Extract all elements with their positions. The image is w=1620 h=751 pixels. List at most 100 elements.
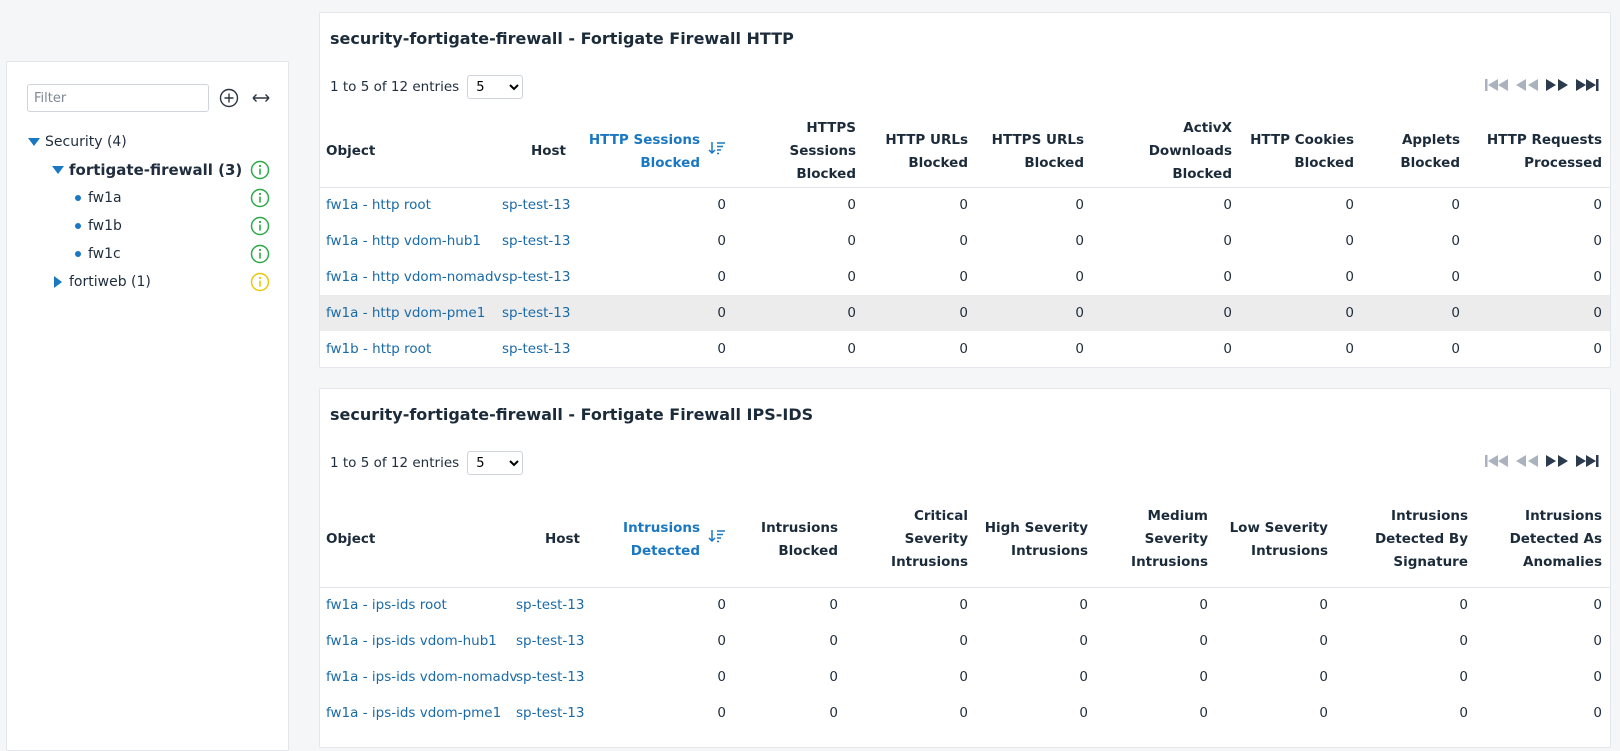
- column-header[interactable]: Intrusions Detected By Signature: [1338, 493, 1478, 588]
- object-link[interactable]: fw1a - http vdom-nomadv: [326, 269, 502, 285]
- table-row[interactable]: fw1a - http vdom-hub1 sp-test-13 0 0 0 0 0 0 0 0: [320, 223, 1610, 259]
- value-cell: 0: [1593, 669, 1602, 685]
- header-line: High Severity: [984, 519, 1088, 536]
- column-header[interactable]: HTTP Cookies Blocked: [1242, 117, 1364, 188]
- value-cell: 0: [1319, 597, 1328, 614]
- info-icon[interactable]: [250, 216, 270, 240]
- host-link[interactable]: sp-test-13: [516, 669, 584, 685]
- next-page-icon[interactable]: [1544, 77, 1570, 93]
- header-line: Intrusions: [1131, 554, 1208, 571]
- info-icon[interactable]: [250, 188, 270, 212]
- column-header[interactable]: Object: [320, 493, 510, 588]
- info-icon[interactable]: [250, 244, 270, 268]
- header-line: Object: [326, 143, 376, 160]
- value-cell: 0: [1242, 295, 1364, 331]
- header-line: Severity: [1144, 531, 1208, 548]
- column-header-sorted[interactable]: Intrusions Detected: [590, 493, 736, 588]
- expand-width-icon[interactable]: [249, 86, 273, 110]
- table-row[interactable]: fw1a - ips-ids vdom-hub1 sp-test-13 0 0 0 0 0 0…: [320, 623, 1610, 659]
- tree-item-fortiweb[interactable]: fortiweb (1): [7, 268, 288, 296]
- sidebar: Security (4) fortigate-firewall (3) fw1a…: [6, 61, 289, 751]
- column-header-sorted[interactable]: HTTP Sessions Blocked: [576, 117, 736, 188]
- object-link[interactable]: fw1a - http vdom-pme1: [326, 305, 485, 321]
- tree-item-label: fortiweb (1): [69, 274, 151, 290]
- column-header[interactable]: Low Severity Intrusions: [1218, 493, 1338, 588]
- column-header[interactable]: Intrusions Blocked: [736, 493, 848, 588]
- column-header[interactable]: Host: [496, 117, 576, 188]
- tree-item-fw1b[interactable]: fw1b: [7, 212, 288, 240]
- last-page-icon[interactable]: [1574, 453, 1600, 469]
- host-link[interactable]: sp-test-13: [502, 269, 570, 285]
- host-link[interactable]: sp-test-13: [502, 341, 570, 357]
- caret-down-icon[interactable]: [27, 135, 41, 149]
- host-link[interactable]: sp-test-13: [502, 197, 570, 213]
- column-header[interactable]: Applets Blocked: [1364, 117, 1470, 188]
- table-row[interactable]: fw1b - http root sp-test-13 0 0 0 0 0 0 0 0: [320, 331, 1610, 367]
- ips-table: Object Host Intrusions Detected Intrusion…: [320, 493, 1610, 731]
- table-row[interactable]: fw1a - http vdom-nomadv sp-test-13 0 0 0 0 0 0 0…: [320, 259, 1610, 295]
- first-page-icon[interactable]: [1484, 453, 1510, 469]
- value-cell: 0: [1451, 197, 1460, 214]
- table-row[interactable]: fw1a - ips-ids vdom-nomadv sp-test-13 0 0 0 0…: [320, 659, 1610, 695]
- value-cell: 0: [1459, 633, 1468, 649]
- object-link[interactable]: fw1a - http vdom-hub1: [326, 233, 481, 249]
- caret-right-icon[interactable]: [51, 275, 65, 289]
- table-row[interactable]: fw1a - http vdom-pme1 sp-test-13 0 0 0 0 0 0 0 0: [320, 295, 1610, 331]
- info-icon[interactable]: [250, 272, 270, 296]
- add-circle-icon[interactable]: [217, 86, 241, 110]
- tree-item-label: fw1c: [88, 246, 121, 262]
- panel-title: security-fortigate-firewall - Fortigate …: [330, 29, 794, 48]
- sort-desc-icon[interactable]: [708, 528, 726, 551]
- value-cell: 0: [1319, 705, 1328, 721]
- column-header[interactable]: HTTPS Sessions Blocked: [736, 117, 866, 188]
- value-cell: 0: [1451, 233, 1460, 249]
- info-icon[interactable]: [250, 160, 270, 184]
- column-header[interactable]: High Severity Intrusions: [978, 493, 1098, 588]
- tree-item-security[interactable]: Security (4): [7, 128, 288, 156]
- prev-page-icon[interactable]: [1514, 453, 1540, 469]
- table-row[interactable]: fw1a - ips-ids root sp-test-13 0 0 0 0 0 0 0 0: [320, 587, 1610, 623]
- object-link[interactable]: fw1a - ips-ids vdom-pme1: [326, 705, 501, 721]
- column-header[interactable]: HTTP URLs Blocked: [866, 117, 978, 188]
- prev-page-icon[interactable]: [1514, 77, 1540, 93]
- page-size-select[interactable]: 5: [467, 451, 524, 475]
- tree-item-fortigate-firewall[interactable]: fortigate-firewall (3): [7, 156, 288, 184]
- column-header[interactable]: HTTP Requests Processed: [1470, 117, 1610, 188]
- tree-item-fw1a[interactable]: fw1a: [7, 184, 288, 212]
- table-row[interactable]: fw1a - http root sp-test-13 0 0 0 0 0 0 0 0: [320, 187, 1610, 223]
- object-link[interactable]: fw1a - ips-ids vdom-hub1: [326, 633, 497, 649]
- column-header[interactable]: ActivX Downloads Blocked: [1094, 117, 1242, 188]
- value-cell: 0: [959, 341, 968, 357]
- value-cell: 0: [717, 197, 726, 214]
- value-cell: 0: [1345, 233, 1354, 249]
- column-header[interactable]: HTTPS URLs Blocked: [978, 117, 1094, 188]
- object-link[interactable]: fw1a - http root: [326, 197, 431, 213]
- table-row[interactable]: fw1a - ips-ids vdom-pme1 sp-test-13 0 0 0 0 0 0…: [320, 695, 1610, 731]
- column-header[interactable]: Object: [320, 117, 496, 188]
- host-link[interactable]: sp-test-13: [516, 597, 584, 613]
- next-page-icon[interactable]: [1544, 453, 1570, 469]
- column-header[interactable]: Critical Severity Intrusions: [848, 493, 978, 588]
- host-link[interactable]: sp-test-13: [516, 705, 584, 721]
- value-cell: 0: [1319, 633, 1328, 649]
- last-page-icon[interactable]: [1574, 77, 1600, 93]
- host-link[interactable]: sp-test-13: [502, 233, 570, 249]
- object-link[interactable]: fw1a - ips-ids root: [326, 597, 447, 613]
- first-page-icon[interactable]: [1484, 77, 1510, 93]
- sort-desc-icon[interactable]: [708, 140, 726, 163]
- column-header[interactable]: Medium Severity Intrusions: [1098, 493, 1218, 588]
- column-header[interactable]: Intrusions Detected As Anomalies: [1478, 493, 1610, 588]
- column-header[interactable]: Host: [510, 493, 590, 588]
- value-cell: 0: [829, 669, 838, 685]
- filter-input[interactable]: [27, 84, 209, 112]
- caret-down-icon[interactable]: [51, 163, 65, 177]
- object-link[interactable]: fw1a - ips-ids vdom-nomadv: [326, 669, 517, 685]
- value-cell: 0: [1459, 597, 1468, 614]
- header-line: Medium: [1147, 508, 1208, 525]
- object-link[interactable]: fw1b - http root: [326, 341, 431, 357]
- value-cell: 0: [847, 197, 856, 214]
- host-link[interactable]: sp-test-13: [516, 633, 584, 649]
- page-size-select[interactable]: 5: [467, 75, 524, 99]
- host-link[interactable]: sp-test-13: [502, 305, 570, 321]
- tree-item-fw1c[interactable]: fw1c: [7, 240, 288, 268]
